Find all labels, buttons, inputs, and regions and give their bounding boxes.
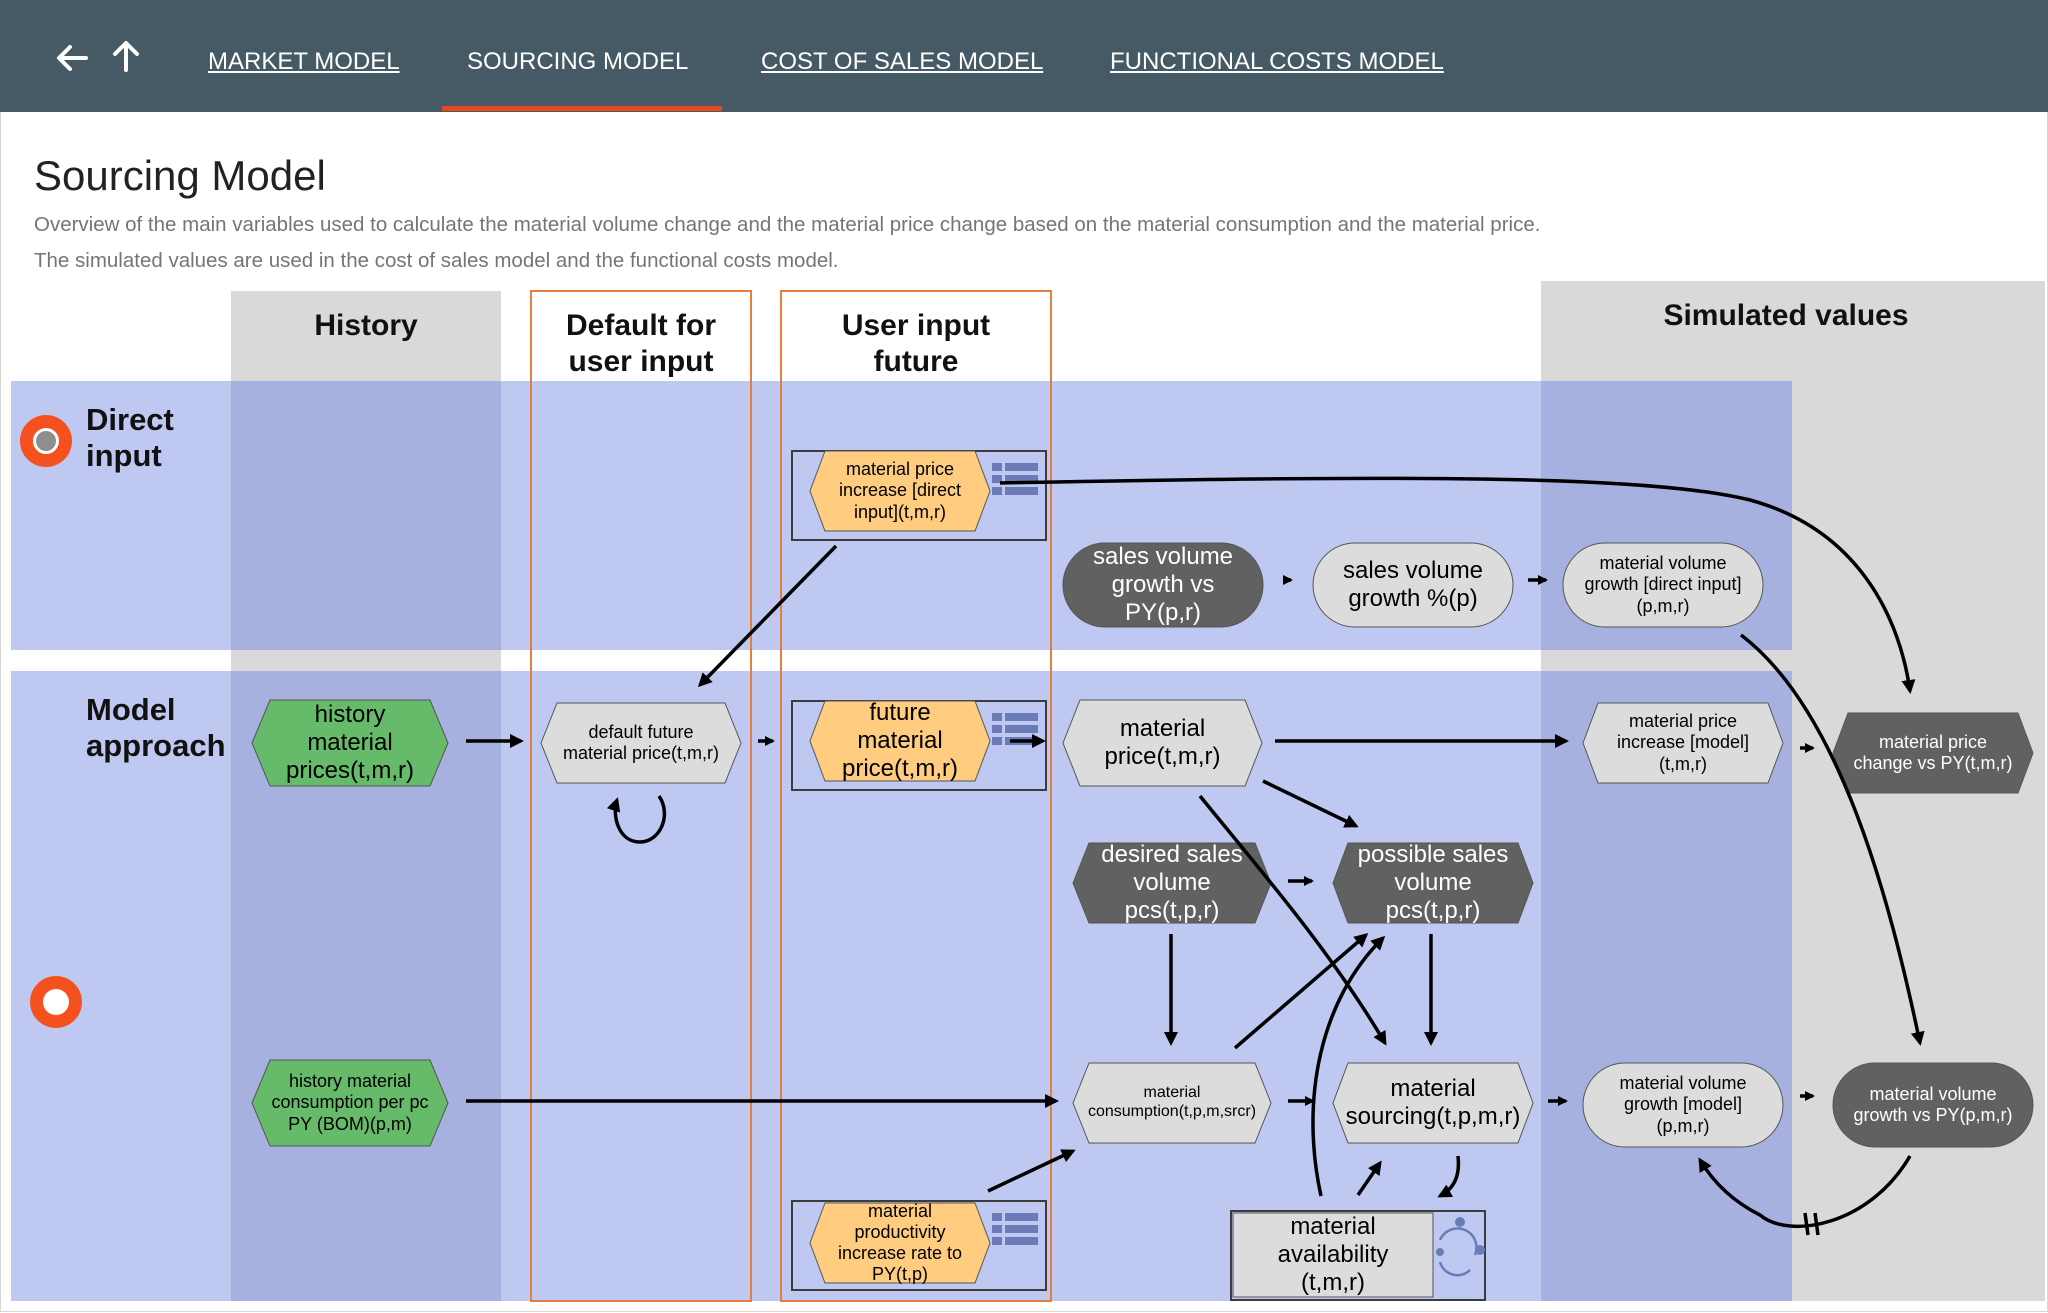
tab-functional-costs-model[interactable]: FUNCTIONAL COSTS MODEL (1110, 48, 1444, 76)
page-description-line-2: The simulated values are used in the cos… (34, 249, 839, 272)
column-header-simulated: Simulated values (1663, 299, 1909, 332)
node-material-price-increase-direct[interactable]: material price increase [direct input](t… (810, 451, 990, 531)
tab-market-model[interactable]: MARKET MODEL (208, 48, 400, 76)
node-material-productivity-increase[interactable]: material productivity increase rate to P… (810, 1201, 990, 1285)
node-material-sourcing[interactable]: material sourcing(t,p,m,r) (1333, 1063, 1533, 1143)
tab-sourcing-model[interactable]: SOURCING MODEL (467, 48, 688, 76)
node-material-availability[interactable]: material availability (t,m,r) (1233, 1213, 1433, 1297)
top-navigation-bar: MARKET MODEL SOURCING MODEL COST OF SALE… (0, 0, 2048, 112)
arrow-up-icon[interactable] (104, 34, 148, 78)
node-possible-sales-volume[interactable]: possible sales volume pcs(t,p,r) (1333, 841, 1533, 925)
page-description-line-1: Overview of the main variables used to c… (34, 213, 1541, 236)
column-header-user-input-line-1: User input (841, 309, 991, 342)
tab-cost-of-sales-model[interactable]: COST OF SALES MODEL (761, 48, 1043, 76)
node-material-volume-growth-direct[interactable]: material volume growth [direct input](p,… (1563, 543, 1763, 627)
node-sales-volume-growth-pct[interactable]: sales volume growth %(p) (1313, 543, 1513, 627)
node-future-material-price[interactable]: future material price(t,m,r) (810, 699, 990, 783)
model-approach-radio[interactable] (30, 976, 82, 1028)
node-material-price-increase-model[interactable]: material price increase [model](t,m,r) (1583, 703, 1783, 783)
node-material-consumption[interactable]: material consumption(t,p,m,srcr) (1073, 1063, 1271, 1143)
node-default-future-material-price[interactable]: default future material price(t,m,r) (541, 703, 741, 783)
node-material-price-change-vs-py[interactable]: material price change vs PY(t,m,r) (1833, 713, 2033, 793)
column-header-user-input-line-2: future (873, 345, 959, 378)
row-label-model-line-1: Model (86, 692, 176, 727)
node-material-volume-growth-model[interactable]: material volume growth [model](p,m,r) (1583, 1063, 1783, 1147)
node-history-material-prices[interactable]: history material prices(t,m,r) (252, 700, 448, 786)
sourcing-model-diagram: History Default for user input User inpu… (0, 280, 2048, 1313)
diagram-canvas (11, 281, 2045, 1302)
active-tab-indicator (442, 106, 722, 111)
node-sales-volume-growth-vs-py[interactable]: sales volume growth vs PY(p,r) (1063, 543, 1263, 627)
column-header-default-line-1: Default for (566, 309, 716, 342)
node-material-volume-growth-vs-py[interactable]: material volume growth vs PY(p,m,r) (1833, 1063, 2033, 1147)
node-material-price[interactable]: material price(t,m,r) (1063, 700, 1262, 786)
arrow-left-icon[interactable] (50, 36, 94, 80)
node-desired-sales-volume[interactable]: desired sales volume pcs(t,p,r) (1073, 841, 1271, 925)
row-label-model-line-2: approach (86, 728, 226, 763)
node-history-material-consumption[interactable]: history material consumption per pc PY (… (252, 1060, 448, 1146)
direct-input-radio[interactable] (20, 415, 72, 467)
column-header-default-line-2: user input (568, 345, 714, 378)
row-label-direct-line-1: Direct (86, 402, 174, 437)
page-title: Sourcing Model (34, 152, 326, 199)
row-label-direct-line-2: input (86, 438, 162, 473)
column-header-history: History (314, 309, 418, 342)
